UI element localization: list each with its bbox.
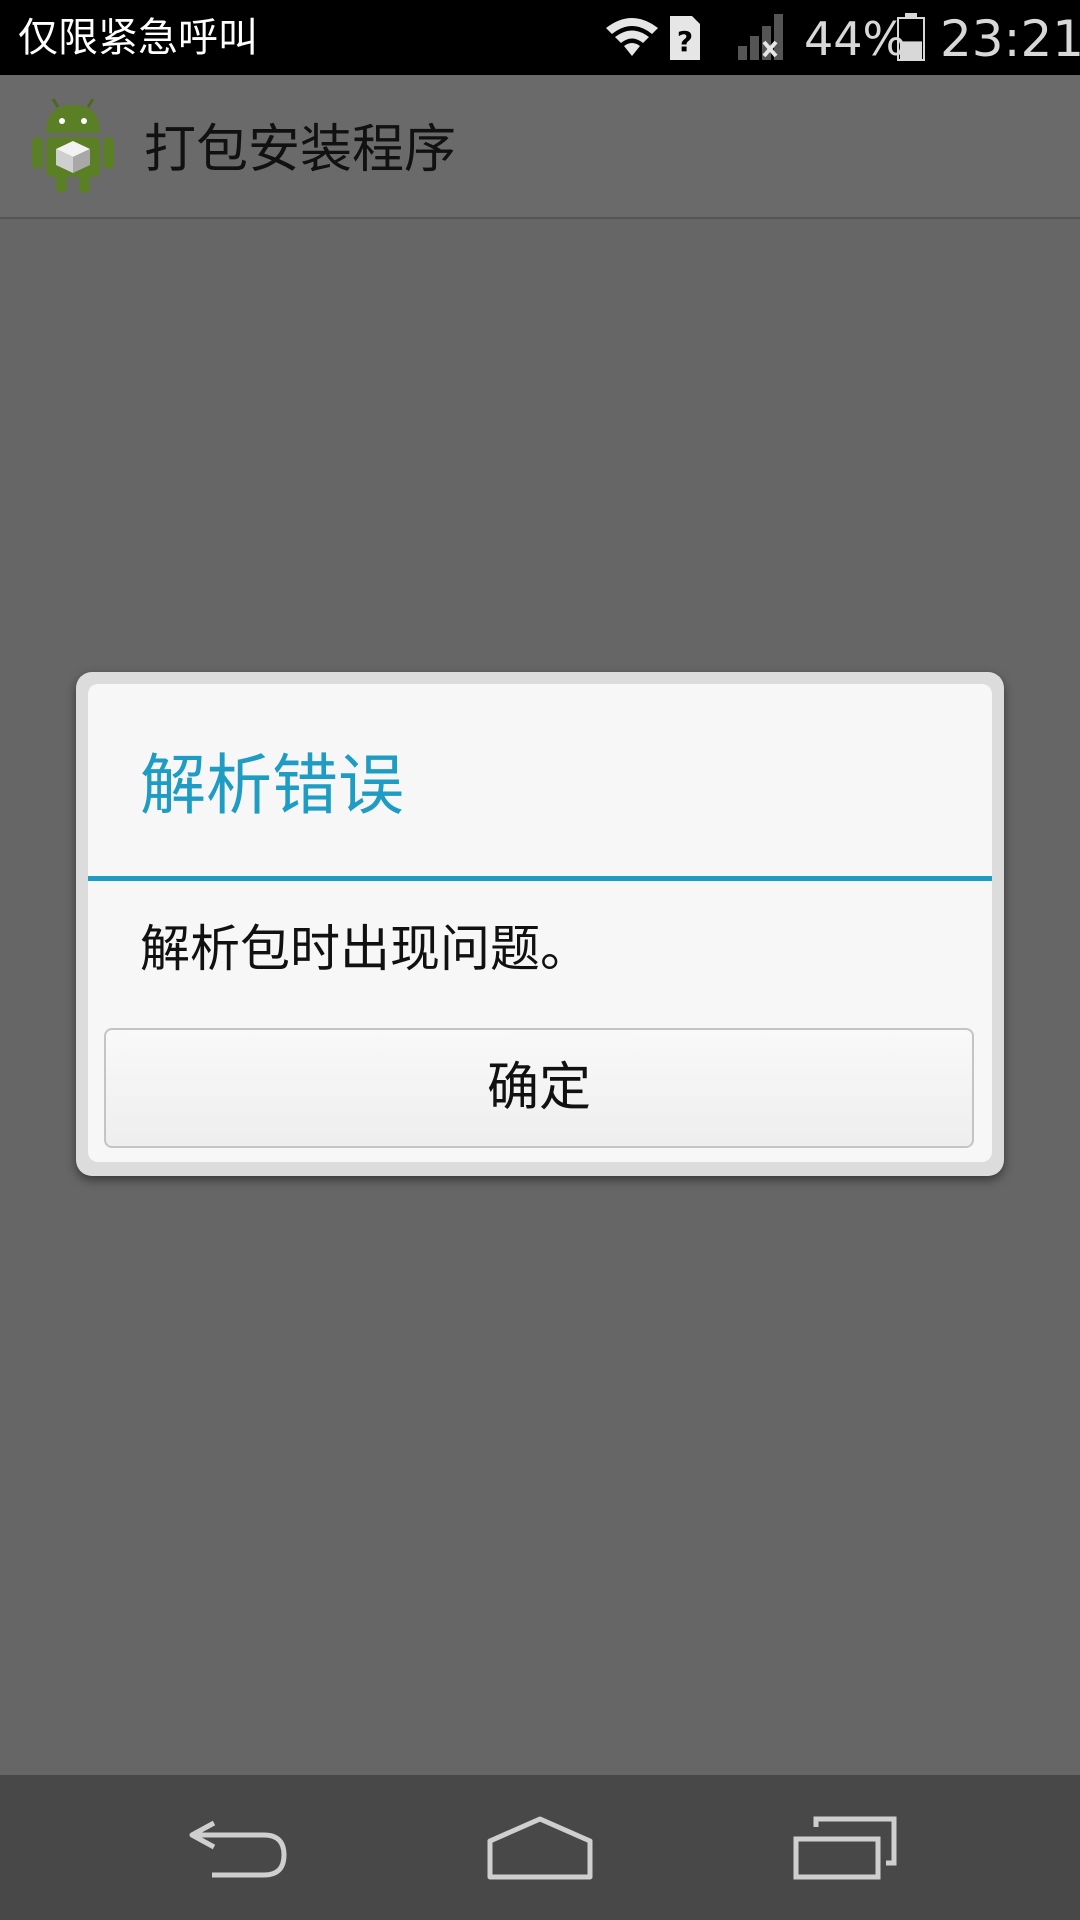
- sim-unknown-icon: ?: [670, 16, 700, 60]
- dialog-panel: 解析错误 解析包时出现问题。 确定: [88, 684, 992, 1162]
- dialog-divider: [88, 876, 992, 881]
- android-package-icon: [32, 98, 114, 193]
- back-icon[interactable]: [184, 1815, 294, 1885]
- navigation-bar: [0, 1775, 1080, 1920]
- signal-no-service-icon: [738, 14, 783, 60]
- wifi-icon: [606, 18, 658, 56]
- home-icon[interactable]: [484, 1811, 596, 1881]
- error-dialog: 解析错误 解析包时出现问题。 确定: [76, 672, 1004, 1176]
- action-bar: 打包安装程序: [0, 75, 1080, 219]
- recent-apps-icon[interactable]: [790, 1813, 900, 1883]
- carrier-text: 仅限紧急呼叫: [18, 15, 258, 61]
- clock: 23:21: [940, 10, 1080, 68]
- app-title: 打包安装程序: [144, 120, 457, 180]
- battery-icon: [897, 13, 925, 61]
- svg-text:?: ?: [677, 25, 693, 58]
- battery-percent: 44%: [804, 12, 907, 66]
- status-bar: 仅限紧急呼叫 ? 44% 23:21: [0, 0, 1080, 75]
- ok-button[interactable]: 确定: [104, 1028, 974, 1148]
- dialog-message: 解析包时出现问题。: [140, 920, 590, 978]
- dialog-title: 解析错误: [140, 747, 404, 824]
